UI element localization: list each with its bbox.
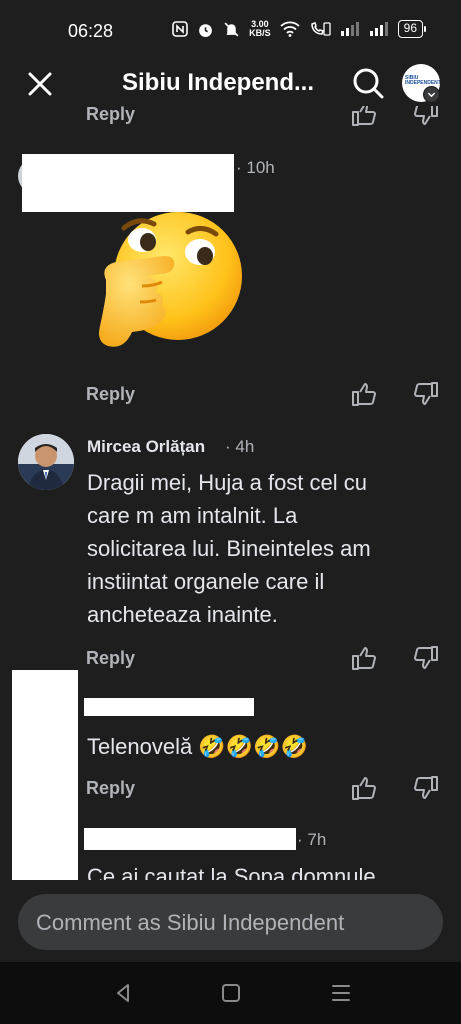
home-icon[interactable] bbox=[216, 978, 246, 1008]
comment-text: Dragii mei, Huja a fost cel cu care m am… bbox=[87, 470, 371, 627]
search-icon[interactable] bbox=[350, 65, 386, 101]
status-bar: 06:28 3.00 KB/S 96 bbox=[0, 0, 461, 62]
close-icon[interactable] bbox=[22, 66, 58, 102]
comment-author[interactable]: Mircea Orlățan bbox=[87, 437, 205, 457]
comment-time: · 4h bbox=[225, 437, 255, 456]
dislike-icon[interactable] bbox=[412, 644, 440, 672]
volte-call-icon bbox=[310, 22, 331, 36]
app-header: Sibiu Independ... SIBIU INDEPENDENT bbox=[0, 62, 461, 106]
alarm-icon bbox=[199, 23, 212, 37]
status-icons: 3.00 KB/S 96 bbox=[172, 20, 427, 38]
comments-list: Reply · 10h Reply Mircea Orlățan · 4h Dr… bbox=[0, 106, 461, 880]
like-icon[interactable] bbox=[350, 106, 378, 128]
comment-time: · 7h bbox=[297, 830, 327, 849]
dislike-icon[interactable] bbox=[412, 774, 440, 802]
net-speed: 3.00 KB/S bbox=[249, 20, 271, 38]
battery-indicator: 96 bbox=[397, 20, 427, 38]
comment-input-placeholder: Comment as Sibiu Independent bbox=[36, 910, 345, 935]
like-icon[interactable] bbox=[350, 380, 378, 408]
reply-link[interactable]: Reply bbox=[86, 778, 135, 799]
chevron-down-icon[interactable] bbox=[423, 86, 440, 103]
comment-input[interactable]: Comment as Sibiu Independent bbox=[18, 894, 443, 950]
wifi-icon bbox=[280, 21, 300, 37]
comment-text: Telenovelă 🤣🤣🤣🤣 bbox=[87, 734, 308, 759]
reply-link[interactable]: Reply bbox=[86, 106, 135, 125]
redacted-area bbox=[12, 670, 78, 880]
redacted-author bbox=[84, 698, 254, 716]
system-nav-bar bbox=[0, 962, 461, 1024]
signal-1-icon bbox=[340, 22, 359, 36]
page-avatar-logo-text: SIBIU INDEPENDENT bbox=[405, 75, 440, 86]
comment-text: Ce ai cautat la Sopa domnule bbox=[87, 864, 376, 880]
back-icon[interactable] bbox=[108, 978, 138, 1008]
comment-composer: Comment as Sibiu Independent bbox=[0, 880, 461, 962]
reply-link[interactable]: Reply bbox=[86, 648, 135, 669]
nfc-icon bbox=[172, 21, 188, 37]
like-icon[interactable] bbox=[350, 644, 378, 672]
thinking-face-emoji bbox=[99, 212, 242, 347]
mute-icon bbox=[224, 22, 239, 36]
signal-2-icon bbox=[369, 22, 388, 36]
reply-link[interactable]: Reply bbox=[86, 384, 135, 405]
profile-photo bbox=[18, 434, 74, 490]
avatar[interactable] bbox=[18, 434, 74, 490]
comment-time: · 10h bbox=[236, 158, 275, 177]
net-speed-unit: KB/S bbox=[249, 28, 271, 38]
like-icon[interactable] bbox=[350, 774, 378, 802]
status-time: 06:28 bbox=[68, 21, 114, 41]
page-title: Sibiu Independ... bbox=[122, 69, 314, 96]
redacted-author bbox=[84, 828, 296, 850]
recents-icon[interactable] bbox=[326, 978, 356, 1008]
dislike-icon[interactable] bbox=[412, 106, 440, 128]
redacted-author bbox=[22, 154, 234, 212]
dislike-icon[interactable] bbox=[412, 380, 440, 408]
